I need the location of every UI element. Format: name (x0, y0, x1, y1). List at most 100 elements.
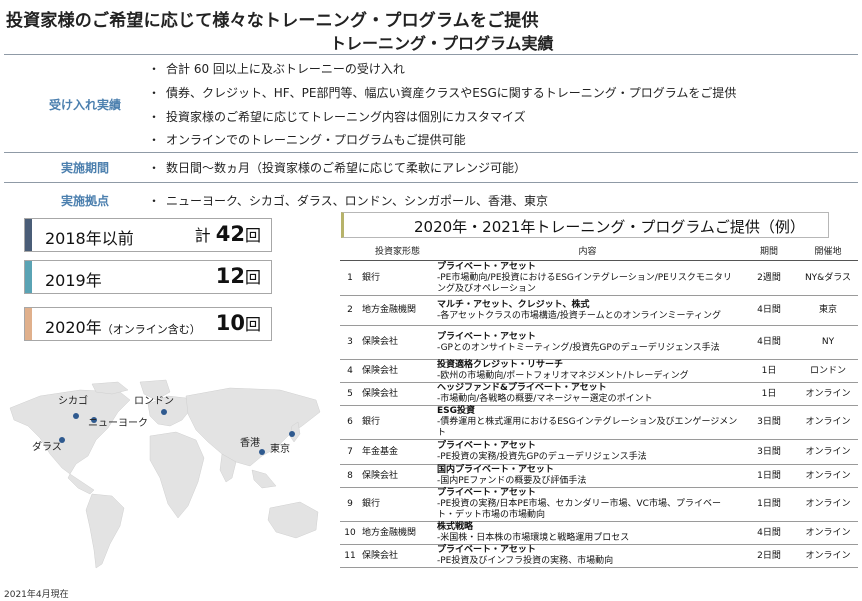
table-header-row: 投資家形態 内容 期間 開催地 (340, 240, 858, 261)
content-detail: -各アセットクラスの市場構造/投資チームとのオンラインミーティング (437, 310, 722, 321)
table-row: 3 保険会社 プライベート・アセット -GPとのオンサイトミーティング/投資先GPのデ… (340, 325, 858, 360)
table-row: 11 保険会社 プライベート・アセット -PE投資及びインフラ投資の実務、市場動向 2日… (340, 544, 858, 568)
col-header-period: 期間 (740, 240, 798, 261)
table-row: 7 年金基金 プライベート・アセット -PE投資の実務/投資先GPのデューデリジェンス… (340, 439, 858, 465)
content-detail: -国内PEファンドの概要及び評価手法 (437, 476, 587, 486)
venue: オンライン (798, 544, 858, 568)
as-of-date: 2021年4月現在 (4, 590, 69, 600)
content-heading: プライベート・アセット (437, 488, 536, 498)
program-content: プライベート・アセット -PE市場動向/PE投資におけるESGインテグレーション/… (435, 260, 740, 296)
city-dot-tokyo (289, 431, 295, 437)
table-row: 8 保険会社 国内プライベート・アセット -国内PEファンドの概要及び評価手法 1日間オ… (340, 464, 858, 488)
table-row: 1 銀行 プライベート・アセット -PE市場動向/PE投資におけるESGインテグレーシ… (340, 260, 858, 296)
row-number: 11 (340, 544, 360, 568)
investor-type: 銀行 (360, 260, 435, 296)
content-heading: 国内プライベート・アセット (437, 465, 554, 475)
period: 1日 (740, 382, 798, 406)
summary-year: 2018年以前 (45, 229, 134, 248)
content-detail: -PE投資の実務/投資先GPのデューデリジェンス手法 (437, 452, 647, 462)
program-content: ヘッジファンド&プライベート・アセット -市場動向/各戦略の概要/マネージャー選定… (435, 382, 740, 406)
page-subtitle: トレーニング・プログラム実績 (330, 34, 554, 53)
row-number: 4 (340, 359, 360, 383)
investor-type: 保険会社 (360, 325, 435, 360)
program-content: プライベート・アセット -GPとのオンサイトミーティング/投資先GPのデューデリジ… (435, 325, 740, 360)
investor-type: 地方金融機関 (360, 295, 435, 326)
summary-count: 計 42回 (194, 222, 261, 246)
col-header-type: 投資家形態 (360, 240, 435, 261)
period: 1日間 (740, 464, 798, 488)
table-row: 9 銀行 プライベート・アセット -PE投資の実務/日本PE市場、セカンダリー市場、V… (340, 487, 858, 522)
program-content: 国内プライベート・アセット -国内PEファンドの概要及び評価手法 (435, 464, 740, 488)
content-heading: 投資適格クレジット・リサーチ (437, 360, 564, 370)
content-detail: -市場動向/各戦略の概要/マネージャー選定のポイント (437, 394, 653, 404)
content-heading: プライベート・アセット (437, 545, 536, 555)
period: 1日 (740, 359, 798, 383)
summary-year: 2019年 (45, 271, 102, 290)
venue: 東京 (798, 295, 858, 326)
row-number: 2 (340, 295, 360, 326)
venue: オンライン (798, 521, 858, 545)
city-label-newyork: ニューヨーク (88, 418, 148, 429)
summary-count: 12回 (215, 264, 261, 288)
section-label-record: 受け入れ実績 (48, 98, 121, 112)
venue: NY&ダラス (798, 260, 858, 296)
city-label-hongkong: 香港 (240, 438, 260, 449)
program-content: プライベート・アセット -PE投資の実務/投資先GPのデューデリジェンス手法 (435, 439, 740, 465)
city-dot-chicago (73, 413, 79, 419)
content-detail: -PE市場動向/PE投資におけるESGインテグレーション/PEリスクモニタリング… (437, 272, 732, 294)
content-heading: ヘッジファンド&プライベート・アセット (437, 383, 607, 393)
summary-count: 10回 (215, 311, 261, 335)
content-heading: プライベート・アセット (437, 441, 536, 451)
content-detail: -債券運用と株式運用におけるESGインテグレーション及びエンゲージメント (437, 417, 738, 438)
table-row: 4 保険会社 投資適格クレジット・リサーチ -欧州の市場動向/ポートフォリオマネジメン… (340, 359, 858, 383)
investor-type: 保険会社 (360, 382, 435, 406)
program-content: 株式戦略 -米国株・日本株の市場環境と戦略運用プロセス (435, 521, 740, 545)
table-title: 2020年・2021年トレーニング・プログラムご提供（例） (414, 218, 805, 236)
summary-year: 2020年（オンライン含む） (45, 318, 201, 337)
city-label-london: ロンドン (134, 396, 174, 407)
record-bullet-2: ・債券、クレジット、HF、PE部門等、幅広い資産クラスやESGに関するトレーニン… (148, 86, 737, 100)
table-title-box: 2020年・2021年トレーニング・プログラムご提供（例） (341, 212, 829, 238)
period: 2日間 (740, 544, 798, 568)
accent-bar (25, 308, 32, 340)
investor-type: 地方金融機関 (360, 521, 435, 545)
content-detail: -PE投資及びインフラ投資の実務、市場動向 (437, 556, 614, 566)
accent-bar (25, 261, 32, 293)
period: 3日間 (740, 439, 798, 465)
page-title: 投資家様のご希望に応じて様々なトレーニング・プログラムをご提供 (6, 11, 539, 31)
content-detail: -PE投資の実務/日本PE市場、セカンダリー市場、VC市場、プライベート・デット… (437, 499, 721, 520)
venue: オンライン (798, 405, 858, 440)
content-heading: プライベート・アセット (437, 331, 536, 342)
venue: オンライン (798, 464, 858, 488)
accent-bar (25, 219, 32, 251)
venue: オンライン (798, 487, 858, 522)
row-number: 3 (340, 325, 360, 360)
investor-type: 保険会社 (360, 464, 435, 488)
city-label-tokyo: 東京 (270, 444, 290, 455)
period: 2週間 (740, 260, 798, 296)
content-detail: -GPとのオンサイトミーティング/投資先GPのデューデリジェンス手法 (437, 342, 720, 353)
summary-box-2018: 2018年以前 計 42回 (24, 218, 272, 252)
period: 1日間 (740, 487, 798, 522)
table-row: 2 地方金融機関 マルチ・アセット、クレジット、株式 -各アセットクラスの市場構造/投… (340, 295, 858, 326)
row-number: 8 (340, 464, 360, 488)
investor-type: 保険会社 (360, 359, 435, 383)
venue: NY (798, 325, 858, 360)
summary-box-2020: 2020年（オンライン含む） 10回 (24, 307, 272, 341)
content-detail: -米国株・日本株の市場環境と戦略運用プロセス (437, 533, 630, 543)
investor-type: 年金基金 (360, 439, 435, 465)
record-bullet-3: ・投資家様のご希望に応じてトレーニング内容は個別にカスタマイズ (148, 110, 526, 124)
col-header-content: 内容 (435, 240, 740, 261)
city-dot-london (161, 409, 167, 415)
program-content: 投資適格クレジット・リサーチ -欧州の市場動向/ポートフォリオマネジメント/トレー… (435, 359, 740, 383)
venue: オンライン (798, 439, 858, 465)
venue: オンライン (798, 382, 858, 406)
content-heading: プライベート・アセット (437, 261, 536, 272)
program-content: マルチ・アセット、クレジット、株式 -各アセットクラスの市場構造/投資チームとのオ… (435, 295, 740, 326)
content-heading: マルチ・アセット、クレジット、株式 (437, 299, 590, 310)
venue: ロンドン (798, 359, 858, 383)
world-map (9, 379, 321, 569)
table-row: 10 地方金融機関 株式戦略 -米国株・日本株の市場環境と戦略運用プロセス 4日間 オンラ… (340, 521, 858, 545)
program-table: 投資家形態 内容 期間 開催地 1 銀行 プライベート・アセット -PE市場動向/PE… (340, 240, 858, 568)
city-dot-hongkong (259, 449, 265, 455)
